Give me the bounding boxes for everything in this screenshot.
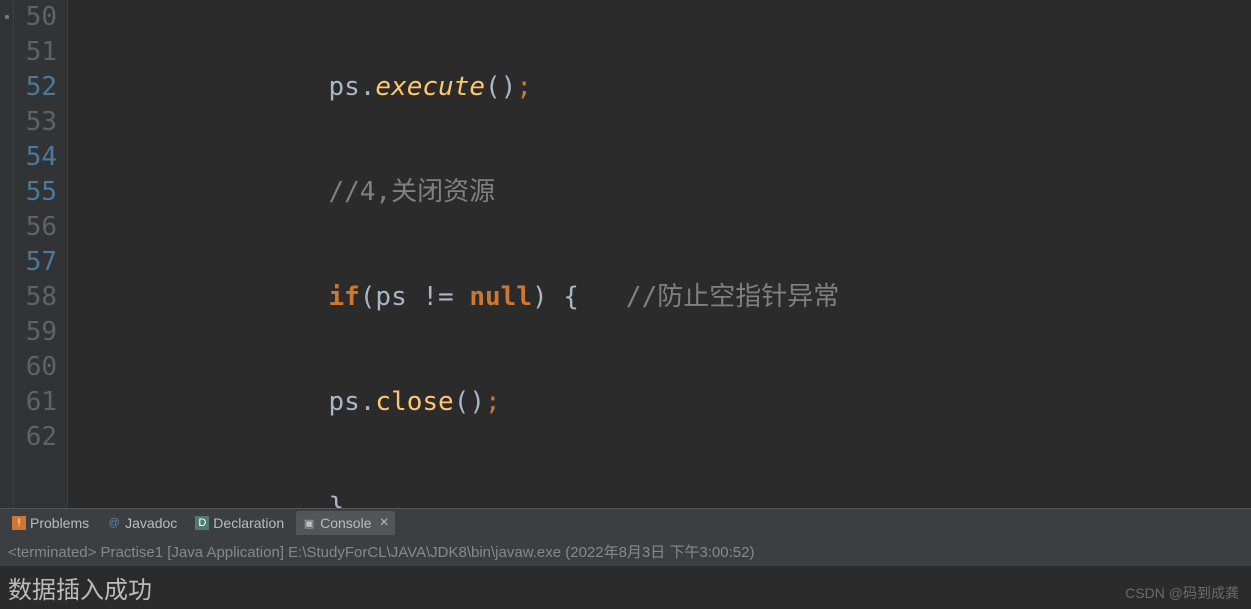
line-number: 58 [20,280,57,315]
line-number: 56 [20,210,57,245]
line-number: 53 [20,105,57,140]
console-status: <terminated> Practise1 [Java Application… [0,537,1251,566]
left-margin [0,0,14,508]
line-number-gutter: 50 51 52 53 54 55 56 57 58 59 60 61 62 [14,0,68,508]
margin-marker [5,15,9,19]
javadoc-icon: @ [107,516,121,530]
line-number: 60 [20,350,57,385]
tab-label: Console [320,515,371,531]
line-number: 57 [20,245,57,280]
line-number: 51 [20,35,57,70]
line-number: 62 [20,420,57,455]
line-number: 55 [20,175,57,210]
problems-icon: ! [12,516,26,530]
console-output[interactable]: 数据插入成功 [0,566,1251,609]
close-icon[interactable]: × [380,514,389,532]
console-icon: ▣ [302,516,316,530]
line-number: 52 [20,70,57,105]
bottom-panel: ! Problems @ Javadoc D Declaration ▣ Con… [0,508,1251,609]
code-editor[interactable]: ps.execute(); //4,关闭资源 if(ps != null) { … [68,0,1251,508]
line-number: 61 [20,385,57,420]
line-number: 50 [20,0,57,35]
line-number: 54 [20,140,57,175]
panel-tabs: ! Problems @ Javadoc D Declaration ▣ Con… [0,509,1251,537]
line-number: 59 [20,315,57,350]
tab-javadoc[interactable]: @ Javadoc [101,512,183,534]
editor-area: 50 51 52 53 54 55 56 57 58 59 60 61 62 p… [0,0,1251,508]
code-line: //4,关闭资源 [78,175,1251,210]
tab-label: Declaration [213,515,284,531]
declaration-icon: D [195,516,209,530]
code-line: } [78,490,1251,508]
watermark: CSDN @码到成龚 [1125,583,1239,603]
code-line: ps.execute(); [78,70,1251,105]
tab-declaration[interactable]: D Declaration [189,512,290,534]
tab-label: Javadoc [125,515,177,531]
tab-label: Problems [30,515,89,531]
code-line: if(ps != null) { //防止空指针异常 [78,280,1251,315]
code-line: ps.close(); [78,385,1251,420]
tab-console[interactable]: ▣ Console × [296,511,395,535]
tab-problems[interactable]: ! Problems [6,512,95,534]
